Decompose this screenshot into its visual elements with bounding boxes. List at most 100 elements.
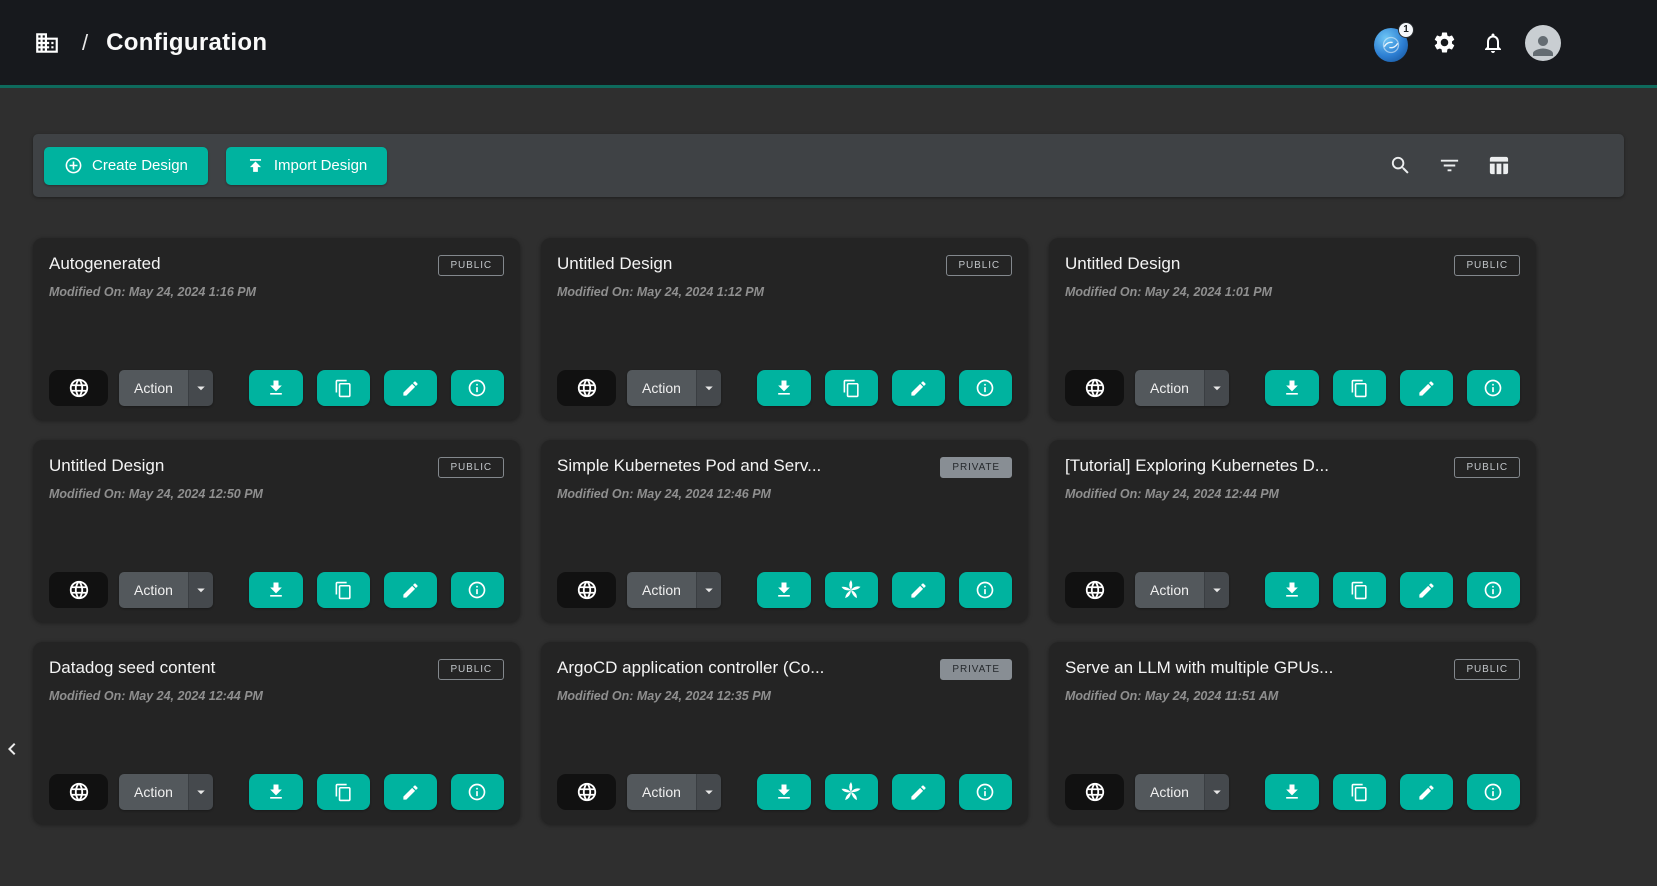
design-title: Untitled Design <box>49 456 438 476</box>
download-button[interactable] <box>757 572 810 608</box>
table-view-button[interactable] <box>1483 150 1514 181</box>
create-design-button[interactable]: Create Design <box>44 147 208 185</box>
action-button[interactable]: Action <box>627 572 696 608</box>
action-dropdown-toggle[interactable] <box>696 370 721 406</box>
visibility-toggle-button[interactable] <box>1065 572 1124 608</box>
action-dropdown-toggle[interactable] <box>1204 774 1229 810</box>
globe-icon <box>68 781 90 803</box>
design-card: Untitled Design PUBLIC Modified On: May … <box>33 440 520 622</box>
download-button[interactable] <box>757 774 810 810</box>
info-icon <box>467 378 487 398</box>
modified-timestamp: Modified On: May 24, 2024 1:01 PM <box>1065 285 1520 299</box>
action-button-label: Action <box>134 380 173 396</box>
modified-timestamp: Modified On: May 24, 2024 1:12 PM <box>557 285 1012 299</box>
action-dropdown-toggle[interactable] <box>188 370 213 406</box>
action-button[interactable]: Action <box>627 774 696 810</box>
globe-icon <box>576 579 598 601</box>
action-dropdown-toggle[interactable] <box>188 572 213 608</box>
action-dropdown-toggle[interactable] <box>1204 370 1229 406</box>
action-dropdown-toggle[interactable] <box>696 774 721 810</box>
download-button[interactable] <box>1265 572 1318 608</box>
info-button[interactable] <box>959 774 1012 810</box>
edit-button[interactable] <box>892 370 945 406</box>
action-dropdown-toggle[interactable] <box>188 774 213 810</box>
design-title: Untitled Design <box>1065 254 1454 274</box>
download-button[interactable] <box>249 774 302 810</box>
visibility-toggle-button[interactable] <box>49 572 108 608</box>
edit-button[interactable] <box>384 370 437 406</box>
kanvas-spiral-icon <box>839 578 863 602</box>
filter-button[interactable] <box>1434 150 1465 181</box>
visibility-toggle-button[interactable] <box>557 774 616 810</box>
clone-button[interactable] <box>1333 370 1386 406</box>
clone-button[interactable] <box>825 572 878 608</box>
notifications-button[interactable] <box>1477 27 1509 59</box>
info-button[interactable] <box>451 370 504 406</box>
design-card: [Tutorial] Exploring Kubernetes D... PUB… <box>1049 440 1536 622</box>
kanvas-spiral-icon <box>839 780 863 804</box>
info-button[interactable] <box>959 572 1012 608</box>
globe-icon <box>1084 781 1106 803</box>
visibility-toggle-button[interactable] <box>557 572 616 608</box>
clone-button[interactable] <box>825 774 878 810</box>
clone-button[interactable] <box>317 572 370 608</box>
edit-button[interactable] <box>892 774 945 810</box>
download-button[interactable] <box>1265 370 1318 406</box>
download-icon <box>1282 782 1302 802</box>
caret-down-icon <box>700 379 718 397</box>
provider-logo[interactable]: 1 <box>1374 24 1412 62</box>
info-icon <box>975 782 995 802</box>
action-button[interactable]: Action <box>627 370 696 406</box>
download-button[interactable] <box>1265 774 1318 810</box>
clone-button[interactable] <box>825 370 878 406</box>
edit-icon <box>1417 783 1436 802</box>
visibility-toggle-button[interactable] <box>1065 370 1124 406</box>
clone-button[interactable] <box>317 370 370 406</box>
visibility-toggle-button[interactable] <box>557 370 616 406</box>
action-button[interactable]: Action <box>119 370 188 406</box>
visibility-toggle-button[interactable] <box>49 370 108 406</box>
visibility-toggle-button[interactable] <box>1065 774 1124 810</box>
edit-button[interactable] <box>384 774 437 810</box>
settings-button[interactable] <box>1428 26 1461 59</box>
action-button[interactable]: Action <box>119 572 188 608</box>
download-button[interactable] <box>757 370 810 406</box>
action-dropdown-toggle[interactable] <box>696 572 721 608</box>
caret-down-icon <box>700 783 718 801</box>
user-avatar[interactable] <box>1525 25 1561 61</box>
info-button[interactable] <box>959 370 1012 406</box>
action-button[interactable]: Action <box>1135 572 1204 608</box>
clone-button[interactable] <box>1333 774 1386 810</box>
action-button[interactable]: Action <box>1135 774 1204 810</box>
visibility-badge: PUBLIC <box>1454 659 1520 680</box>
info-button[interactable] <box>1467 774 1520 810</box>
action-button[interactable]: Action <box>1135 370 1204 406</box>
import-design-button[interactable]: Import Design <box>226 147 387 185</box>
info-button[interactable] <box>451 774 504 810</box>
building-icon[interactable] <box>30 26 64 60</box>
visibility-toggle-button[interactable] <box>49 774 108 810</box>
edit-button[interactable] <box>892 572 945 608</box>
caret-down-icon <box>192 581 210 599</box>
info-button[interactable] <box>1467 572 1520 608</box>
design-title: Untitled Design <box>557 254 946 274</box>
action-button[interactable]: Action <box>119 774 188 810</box>
edit-button[interactable] <box>1400 370 1453 406</box>
info-button[interactable] <box>451 572 504 608</box>
gear-icon <box>1432 30 1457 55</box>
caret-down-icon <box>700 581 718 599</box>
edit-button[interactable] <box>1400 572 1453 608</box>
info-button[interactable] <box>1467 370 1520 406</box>
edit-button[interactable] <box>1400 774 1453 810</box>
search-button[interactable] <box>1385 150 1416 181</box>
action-dropdown-toggle[interactable] <box>1204 572 1229 608</box>
download-button[interactable] <box>249 572 302 608</box>
bell-icon <box>1481 31 1505 55</box>
download-icon <box>774 378 794 398</box>
clone-button[interactable] <box>317 774 370 810</box>
clone-button[interactable] <box>1333 572 1386 608</box>
copy-icon <box>334 379 353 398</box>
edit-button[interactable] <box>384 572 437 608</box>
download-button[interactable] <box>249 370 302 406</box>
drawer-collapse-button[interactable] <box>0 733 24 765</box>
